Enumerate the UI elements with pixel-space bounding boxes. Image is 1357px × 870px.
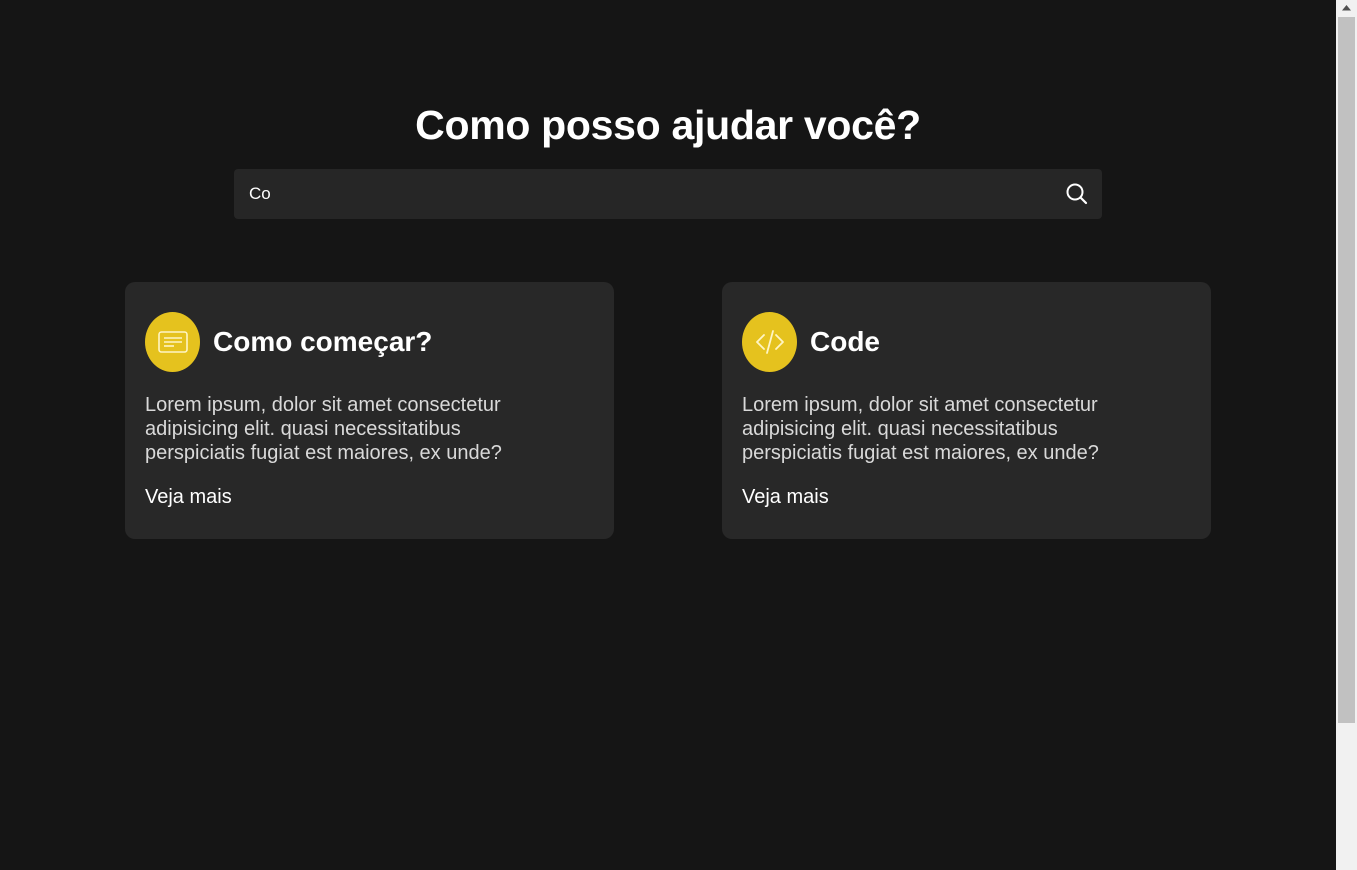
- search-icon: [1066, 183, 1088, 205]
- vertical-scrollbar[interactable]: [1336, 0, 1357, 870]
- search-input[interactable]: [234, 169, 1054, 219]
- card-getting-started: Como começar? Lorem ipsum, dolor sit ame…: [125, 282, 614, 539]
- page: Como posso ajudar você? Como começar? Lo…: [0, 0, 1336, 870]
- search-button[interactable]: [1064, 181, 1090, 207]
- document-lines-icon: [145, 312, 200, 372]
- see-more-link[interactable]: Veja mais: [145, 484, 232, 510]
- card-description: Lorem ipsum, dolor sit amet consectetur …: [742, 394, 1099, 464]
- page-title: Como posso ajudar você?: [415, 102, 921, 148]
- code-icon: [742, 312, 797, 372]
- card-code: Code Lorem ipsum, dolor sit amet consect…: [722, 282, 1211, 539]
- card-description: Lorem ipsum, dolor sit amet consectetur …: [145, 394, 502, 464]
- search-bar: [234, 169, 1102, 219]
- see-more-link[interactable]: Veja mais: [742, 484, 829, 510]
- card-title: Code: [810, 326, 880, 357]
- card-title: Como começar?: [213, 326, 433, 357]
- scrollbar-thumb[interactable]: [1338, 17, 1355, 723]
- scroll-up-arrow-icon[interactable]: [1336, 0, 1357, 17]
